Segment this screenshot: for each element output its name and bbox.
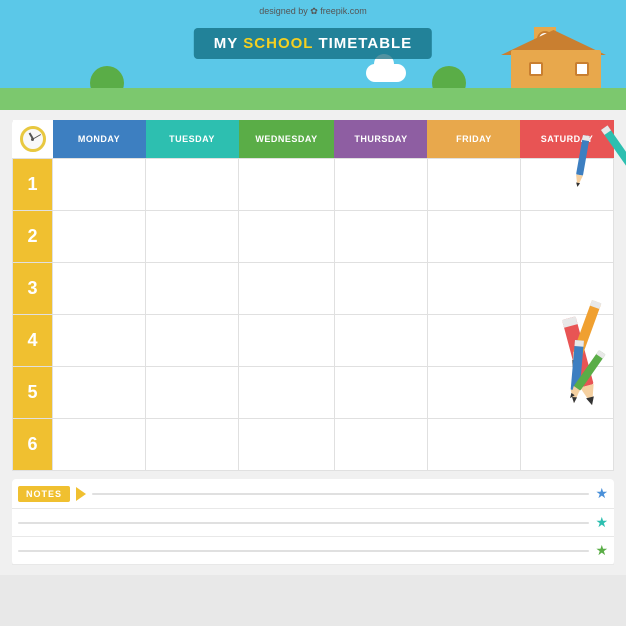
notes-arrow-icon bbox=[76, 487, 86, 501]
cell-row6-day4[interactable] bbox=[427, 419, 520, 471]
title-box: MY SCHOOL TIMETABLE bbox=[194, 28, 432, 59]
clock-icon bbox=[20, 126, 46, 152]
top-banner: designed by ✿ freepik.com MY SCHOOL TIME… bbox=[0, 0, 626, 110]
cell-row1-day1[interactable] bbox=[146, 159, 239, 211]
star-3: ★ bbox=[595, 542, 608, 559]
cell-row2-day5[interactable] bbox=[520, 211, 613, 263]
th-saturday: SATURDAY bbox=[520, 120, 613, 159]
note-row-2: ★ bbox=[12, 509, 614, 537]
cell-row3-day1[interactable] bbox=[146, 263, 239, 315]
clock-center-dot bbox=[31, 138, 34, 141]
cell-row5-day0[interactable] bbox=[53, 367, 146, 419]
cloud bbox=[366, 64, 406, 82]
th-clock bbox=[13, 120, 53, 159]
cell-row4-day4[interactable] bbox=[427, 315, 520, 367]
cell-row5-day1[interactable] bbox=[146, 367, 239, 419]
row-number-2: 2 bbox=[13, 211, 53, 263]
cell-row2-day4[interactable] bbox=[427, 211, 520, 263]
th-tuesday: TUESDAY bbox=[146, 120, 239, 159]
cell-row5-day4[interactable] bbox=[427, 367, 520, 419]
cell-row2-day3[interactable] bbox=[334, 211, 427, 263]
building-window-1 bbox=[529, 62, 543, 76]
star-2: ★ bbox=[595, 514, 608, 531]
building-window-2 bbox=[575, 62, 589, 76]
cell-row2-day2[interactable] bbox=[239, 211, 335, 263]
cell-row6-day5[interactable] bbox=[520, 419, 613, 471]
note-row-3: ★ bbox=[12, 537, 614, 565]
cloud-shape bbox=[366, 64, 406, 82]
row-number-3: 3 bbox=[13, 263, 53, 315]
cell-row6-day2[interactable] bbox=[239, 419, 335, 471]
cell-row4-day2[interactable] bbox=[239, 315, 335, 367]
title-school: SCHOOL bbox=[243, 35, 313, 52]
title-timetable: TIMETABLE bbox=[318, 35, 412, 52]
cell-row3-day4[interactable] bbox=[427, 263, 520, 315]
cell-row4-day5[interactable] bbox=[520, 315, 613, 367]
th-friday: FRIDAY bbox=[427, 120, 520, 159]
note-line-2 bbox=[18, 522, 589, 524]
cell-row6-day3[interactable] bbox=[334, 419, 427, 471]
cell-row2-day0[interactable] bbox=[53, 211, 146, 263]
star-1: ★ bbox=[595, 485, 608, 502]
cell-row4-day1[interactable] bbox=[146, 315, 239, 367]
timetable-wrapper: MONDAY TUESDAY WEDNESDAY THURSDAY FRIDAY bbox=[12, 120, 614, 471]
cell-row1-day3[interactable] bbox=[334, 159, 427, 211]
cell-row1-day2[interactable] bbox=[239, 159, 335, 211]
cell-row3-day0[interactable] bbox=[53, 263, 146, 315]
cell-row1-day0[interactable] bbox=[53, 159, 146, 211]
cell-row3-day5[interactable] bbox=[520, 263, 613, 315]
cell-row6-day1[interactable] bbox=[146, 419, 239, 471]
row-number-6: 6 bbox=[13, 419, 53, 471]
cell-row4-day0[interactable] bbox=[53, 315, 146, 367]
freepik-credit: designed by ✿ freepik.com bbox=[259, 6, 367, 17]
cell-row2-day1[interactable] bbox=[146, 211, 239, 263]
th-thursday: THURSDAY bbox=[334, 120, 427, 159]
cell-row1-day4[interactable] bbox=[427, 159, 520, 211]
th-wednesday: WEDNESDAY bbox=[239, 120, 335, 159]
notes-section: NOTES ★ ★ ★ bbox=[12, 479, 614, 565]
main-area: MONDAY TUESDAY WEDNESDAY THURSDAY FRIDAY bbox=[0, 110, 626, 575]
row-number-1: 1 bbox=[13, 159, 53, 211]
note-line-3 bbox=[18, 550, 589, 552]
cell-row5-day2[interactable] bbox=[239, 367, 335, 419]
cell-row1-day5[interactable] bbox=[520, 159, 613, 211]
timetable: MONDAY TUESDAY WEDNESDAY THURSDAY FRIDAY bbox=[12, 120, 614, 471]
cell-row3-day2[interactable] bbox=[239, 263, 335, 315]
cell-row5-day5[interactable] bbox=[520, 367, 613, 419]
cell-row5-day3[interactable] bbox=[334, 367, 427, 419]
th-monday: MONDAY bbox=[53, 120, 146, 159]
cell-row6-day0[interactable] bbox=[53, 419, 146, 471]
grass-strip bbox=[0, 88, 626, 110]
notes-line-1 bbox=[92, 493, 589, 495]
cell-row4-day3[interactable] bbox=[334, 315, 427, 367]
notes-row: NOTES ★ bbox=[12, 479, 614, 509]
notes-label: NOTES bbox=[18, 486, 70, 502]
title-my: MY bbox=[214, 35, 239, 52]
row-number-4: 4 bbox=[13, 315, 53, 367]
cell-row3-day3[interactable] bbox=[334, 263, 427, 315]
row-number-5: 5 bbox=[13, 367, 53, 419]
